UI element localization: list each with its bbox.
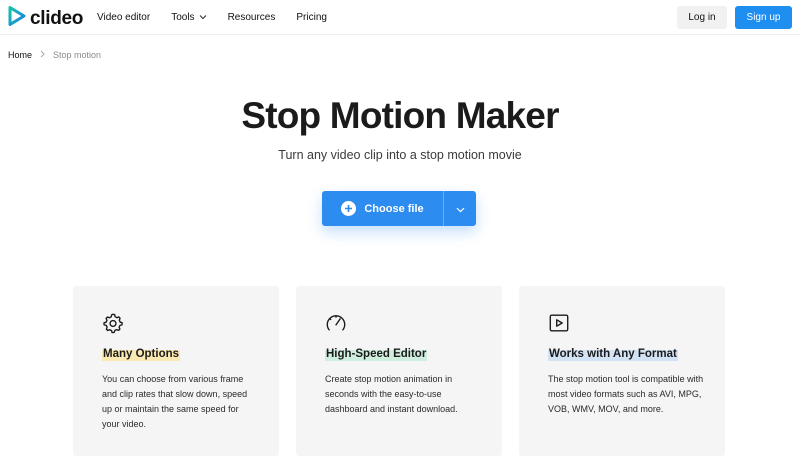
login-button[interactable]: Log in (677, 6, 727, 29)
signup-button[interactable]: Sign up (735, 6, 792, 29)
nav-pricing[interactable]: Pricing (296, 12, 327, 23)
gear-icon (102, 312, 124, 339)
main-nav: Video editor Tools Resources Pricing (97, 0, 348, 35)
breadcrumb: Home Stop motion (8, 50, 101, 60)
nav-video-editor[interactable]: Video editor (97, 12, 150, 23)
feature-card-high-speed-editor: High-Speed Editor Create stop motion ani… (296, 286, 502, 456)
choose-file-dropdown-button[interactable] (444, 191, 476, 226)
feature-description: The stop motion tool is compatible with … (548, 374, 704, 414)
speedometer-icon (325, 312, 347, 339)
clideo-logo[interactable]: clideo (8, 6, 83, 31)
feature-description: You can choose from various frame and cl… (102, 374, 248, 429)
plus-icon (341, 201, 357, 216)
breadcrumb-home-link[interactable]: Home (8, 50, 32, 60)
nav-tools[interactable]: Tools (171, 12, 206, 23)
nav-label: Pricing (296, 12, 327, 23)
feature-card-any-format: Works with Any Format The stop motion to… (519, 286, 725, 456)
feature-card-many-options: Many Options You can choose from various… (73, 286, 279, 456)
feature-title: Works with Any Format (548, 347, 678, 361)
auth-buttons: Log in Sign up (677, 6, 792, 29)
chevron-down-icon (456, 200, 465, 218)
page-subtitle: Turn any video clip into a stop motion m… (278, 148, 522, 162)
feature-title: High-Speed Editor (325, 347, 428, 361)
choose-file-control: Choose file (322, 191, 476, 226)
chevron-right-icon (40, 50, 45, 60)
nav-label: Resources (227, 12, 276, 23)
logo-text: clideo (30, 7, 84, 29)
page-title: Stop Motion Maker (241, 95, 559, 136)
choose-file-label: Choose file (364, 202, 424, 215)
nav-resources[interactable]: Resources (228, 12, 276, 23)
feature-description: Create stop motion animation in seconds … (325, 374, 458, 414)
choose-file-button[interactable]: Choose file (322, 191, 443, 226)
chevron-down-icon (199, 12, 207, 23)
logo-play-icon (8, 6, 26, 31)
breadcrumb-current: Stop motion (53, 50, 102, 60)
video-play-icon (548, 312, 570, 339)
nav-label: Tools (171, 12, 195, 23)
nav-label: Video editor (97, 12, 151, 23)
top-header: clideo Video editor Tools Resources Pric… (0, 0, 800, 35)
feature-title: Many Options (102, 347, 181, 361)
